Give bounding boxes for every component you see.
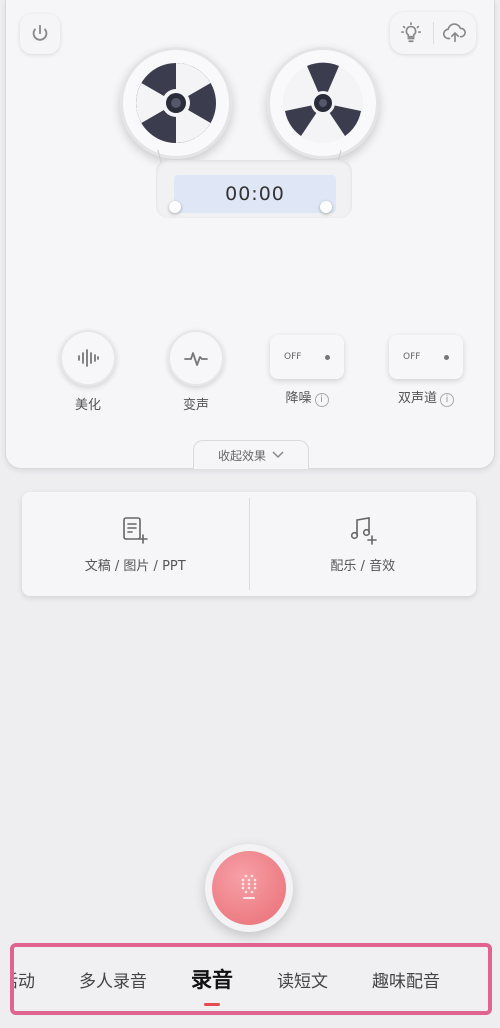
collapse-label: 收起效果	[217, 448, 266, 463]
toggle-state: OFF	[403, 352, 421, 362]
effect-voice-change[interactable]: 变声	[158, 330, 234, 413]
info-icon[interactable]: i	[440, 393, 454, 407]
nav-track: 作活动 多人录音 录音 读短文 趣味配音	[14, 947, 484, 1011]
effect-beautify[interactable]: 美化	[50, 330, 126, 413]
dual-channel-label: 双声道	[397, 391, 437, 406]
effect-label: 降噪 i	[264, 387, 350, 407]
music-note-add-icon	[350, 516, 377, 545]
effect-label: 变声	[182, 398, 209, 413]
microphone-icon	[241, 874, 257, 899]
record-button-core	[212, 851, 286, 925]
tape-guide-right	[320, 201, 332, 213]
toggle-knob	[444, 354, 449, 360]
script-image-ppt-button[interactable]: 文稿 / 图片 / PPT	[22, 492, 249, 596]
nav-item-recording[interactable]: 录音	[191, 964, 233, 1006]
voice-change-button[interactable]	[168, 330, 224, 386]
bottom-mode-nav: 作活动 多人录音 录音 读短文 趣味配音	[10, 943, 492, 1015]
toggle-state: OFF	[284, 352, 302, 362]
chevron-down-icon	[272, 451, 284, 459]
nav-item-read-short-text[interactable]: 读短文	[277, 967, 328, 992]
tape-guide-left	[169, 201, 181, 213]
effect-noise-reduction: OFF 降噪 i	[264, 330, 350, 407]
collapse-effects-button[interactable]: 收起效果	[193, 440, 309, 469]
nav-item-fun-dubbing[interactable]: 趣味配音	[372, 967, 440, 992]
recording-timer: 00:00	[174, 175, 336, 213]
tool-label: 配乐 / 音效	[330, 558, 396, 574]
noise-reduction-label: 降噪	[285, 391, 312, 406]
material-tools: 文稿 / 图片 / PPT 配乐 / 音效	[22, 492, 476, 596]
nav-item-multi-person-recording[interactable]: 多人录音	[79, 967, 147, 992]
effect-label: 美化	[74, 398, 101, 413]
music-effects-button[interactable]: 配乐 / 音效	[250, 492, 477, 596]
document-add-icon	[123, 516, 149, 544]
effect-label: 双声道 i	[378, 387, 474, 407]
tool-label: 文稿 / 图片 / PPT	[84, 558, 186, 574]
beautify-button[interactable]	[60, 330, 116, 386]
record-button[interactable]	[205, 844, 293, 932]
effect-dual-channel: OFF 双声道 i	[378, 330, 474, 407]
recorder-panel: 00:00 美化 变声 OFF 降噪 i OFF 双声道 i	[5, 0, 495, 469]
dual-channel-toggle[interactable]: OFF	[389, 335, 463, 379]
nav-item-activity[interactable]: 作活动	[14, 967, 35, 992]
pulse-icon	[184, 352, 208, 366]
toggle-knob	[325, 354, 330, 360]
noise-reduction-toggle[interactable]: OFF	[270, 335, 344, 379]
info-icon[interactable]: i	[314, 393, 329, 407]
waveform-icon	[78, 349, 99, 367]
